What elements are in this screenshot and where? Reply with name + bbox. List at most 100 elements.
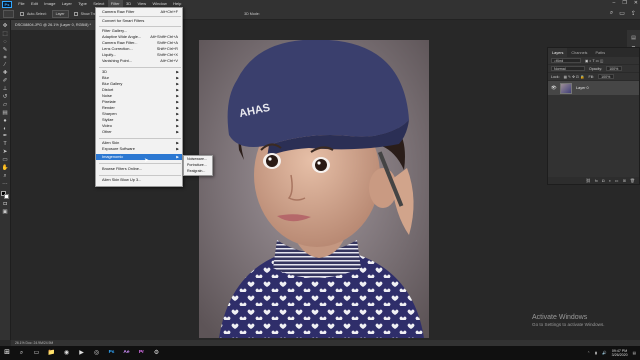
menu-item-label: Other [102, 129, 112, 134]
tab-paths[interactable]: Paths [591, 48, 609, 57]
gradient-tool-icon[interactable]: ▤ [1, 110, 9, 117]
dodge-tool-icon[interactable]: ◐ [1, 126, 9, 133]
menu-separator [99, 26, 181, 27]
visibility-eye-icon[interactable]: 👁 [551, 85, 557, 91]
brush-tool-icon[interactable]: ✐ [1, 78, 9, 85]
file-explorer-icon[interactable]: 📁 [44, 346, 59, 360]
move-tool-icon[interactable]: ✥ [1, 23, 9, 30]
screen-mode-icon[interactable]: ▣ [1, 209, 9, 216]
filter-menu-dropdown: Camera Raw Filter Alt+Ctrl+F Convert for… [95, 7, 183, 187]
tab-channels[interactable]: Channels [567, 48, 591, 57]
healing-tool-icon[interactable]: ✚ [1, 70, 9, 77]
layer-row[interactable]: 👁 Layer 0 [548, 81, 639, 95]
adjustment-layer-icon[interactable]: ◑ [608, 178, 610, 183]
menu-item-other[interactable]: Other ▶ [96, 129, 182, 135]
windows-start-icon[interactable]: ⊞ [0, 346, 14, 360]
menu-file[interactable]: File [15, 0, 28, 8]
lock-row: Lock: ▦ ✎ ✥ ⊡ 🔒 Fill: 100% [548, 73, 639, 81]
menu-item-label: Blur [102, 75, 109, 80]
layer-name[interactable]: Layer 0 [576, 86, 589, 90]
lasso-tool-icon[interactable]: ◌ [1, 39, 9, 46]
blend-mode-dropdown[interactable]: Normal [551, 65, 585, 72]
quick-mask-icon[interactable]: ◘ [1, 201, 9, 208]
windows-taskbar: ⊞ ⌕ ▭ 📁 ◉ ▶ ◎ Ps Ae Pr ⚙ ⌃ ▮ 🔊 09:47 PM … [0, 346, 640, 360]
options-right: ⌕ ▭ ⇪ [610, 10, 636, 17]
auto-select-label: Auto-Select: [27, 11, 47, 16]
lock-icons[interactable]: ▦ ✎ ✥ ⊡ 🔒 [564, 75, 585, 79]
minimize-icon[interactable]: – [613, 0, 616, 8]
task-view-icon[interactable]: ▭ [29, 346, 44, 360]
history-panel-icon[interactable]: ▤ [631, 35, 636, 41]
chevron-up-icon[interactable]: ⌃ [587, 351, 590, 355]
menu-item-vanishing-point[interactable]: Vanishing Point... Alt+Ctrl+V [96, 58, 182, 64]
delete-layer-icon[interactable]: 🗑 [630, 178, 635, 183]
tab-layers[interactable]: Layers [548, 48, 568, 57]
new-layer-icon[interactable]: ⊞ [623, 178, 626, 183]
menu-item-label: Convert for Smart Filters [102, 18, 145, 23]
history-brush-tool-icon[interactable]: ↺ [1, 94, 9, 101]
system-clock[interactable]: 09:47 PM 3/26/2020 [612, 349, 628, 358]
filter-icons[interactable]: ▣ ◐ T ▭ ◫ [585, 59, 603, 63]
blur-tool-icon[interactable]: ● [1, 118, 9, 125]
shape-tool-icon[interactable]: ▭ [1, 157, 9, 164]
background-color[interactable] [4, 194, 9, 200]
menu-item-alien-skin-blow-up[interactable]: Alien Skin Blow Up 3... [96, 177, 182, 183]
zoom-tool-icon[interactable]: ⌕ [1, 173, 9, 180]
auto-select-dropdown[interactable]: Layer [51, 9, 69, 18]
firefox-icon[interactable]: ◎ [89, 346, 104, 360]
hand-tool-icon[interactable]: ✋ [1, 165, 9, 172]
more-tools-icon[interactable]: ⋯ [1, 181, 9, 188]
marquee-tool-icon[interactable]: ⬚ [1, 31, 9, 38]
quick-select-tool-icon[interactable]: ✎ [1, 47, 9, 54]
eraser-tool-icon[interactable]: ▱ [1, 102, 9, 109]
color-swatches[interactable] [1, 190, 9, 200]
search-icon[interactable]: ⌕ [610, 10, 613, 17]
search-icon[interactable]: ⌕ [14, 346, 29, 360]
pen-tool-icon[interactable]: ✒ [1, 133, 9, 140]
show-transform-checkbox[interactable] [73, 11, 78, 16]
menu-item-label: Lens Correction... [102, 46, 133, 51]
link-layers-icon[interactable]: ⛓ [586, 178, 591, 183]
path-select-tool-icon[interactable]: ➤ [1, 149, 9, 156]
chrome-icon[interactable]: ◉ [59, 346, 74, 360]
eyedropper-tool-icon[interactable]: ⁄ [1, 62, 9, 69]
submenu-item-realgrain[interactable]: Realgrain... [184, 168, 212, 174]
mask-icon[interactable]: ◘ [602, 178, 604, 183]
opacity-field[interactable]: 100% [606, 65, 623, 72]
photoshop-taskbar-icon[interactable]: Ps [104, 346, 119, 360]
clone-stamp-tool-icon[interactable]: ⊥ [1, 86, 9, 93]
menu-item-browse-filters-online[interactable]: Browse Filters Online... [96, 166, 182, 172]
fx-icon[interactable]: fx [595, 178, 598, 183]
document-tab-bar: DSC08804.JPG @ 26.1% (Layer 0, RGB/8) * [11, 20, 543, 30]
menu-layer[interactable]: Layer [59, 0, 75, 8]
menu-item-imagenomic[interactable]: Imagenomic ▶ [96, 154, 182, 160]
media-player-icon[interactable]: ▶ [74, 346, 89, 360]
type-tool-icon[interactable]: T [1, 141, 9, 148]
premiere-icon[interactable]: Pr [134, 346, 149, 360]
group-icon[interactable]: ▭ [615, 178, 619, 183]
menu-separator [99, 16, 181, 17]
share-icon[interactable]: ⇪ [631, 10, 636, 17]
menu-item-exposure-software[interactable]: Exposure Software ▶ [96, 146, 182, 152]
auto-select-checkbox[interactable] [20, 11, 24, 16]
maximize-icon[interactable]: ❐ [622, 0, 626, 8]
photo-canvas[interactable]: AHAS [199, 40, 429, 338]
layer-thumbnail [560, 82, 572, 94]
fill-field[interactable]: 100% [598, 73, 615, 80]
menu-edit[interactable]: Edit [28, 0, 41, 8]
menu-type[interactable]: Type [75, 0, 90, 8]
move-tool-preset[interactable] [3, 9, 14, 18]
network-icon[interactable]: ▮ [595, 351, 597, 355]
notifications-icon[interactable]: ▤ [633, 351, 636, 355]
settings-gear-icon[interactable]: ⚙ [149, 346, 164, 360]
workspace-icon[interactable]: ▭ [619, 10, 625, 17]
menu-image[interactable]: Image [41, 0, 59, 8]
after-effects-icon[interactable]: Ae [119, 346, 134, 360]
kind-label: Kind [556, 58, 564, 63]
close-icon[interactable]: ✕ [634, 0, 638, 8]
menu-item-camera-raw-last[interactable]: Camera Raw Filter Alt+Ctrl+F [96, 9, 182, 15]
crop-tool-icon[interactable]: ⌗ [1, 55, 9, 62]
kind-filter-dropdown[interactable]: ⌕ Kind [551, 57, 581, 64]
volume-icon[interactable]: 🔊 [602, 351, 606, 355]
menu-item-convert-smart-filters[interactable]: Convert for Smart Filters [96, 18, 182, 24]
